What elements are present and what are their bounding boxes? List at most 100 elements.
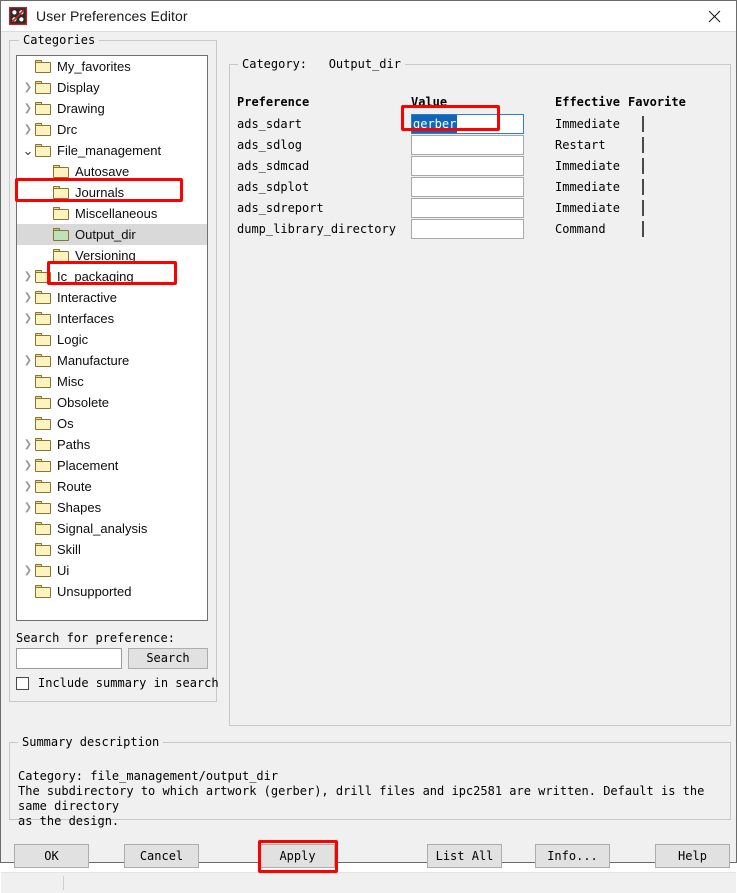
tree-item-drc[interactable]: ❯ Drc [17,119,207,140]
tree-item-ic_packaging[interactable]: ❯ Ic_packaging [17,266,207,287]
tree-item-label: Skill [57,541,81,557]
tree-item-label: Output_dir [75,226,136,242]
chevron-right-icon[interactable]: ❯ [21,355,35,366]
apply-button[interactable]: Apply [260,844,335,868]
chevron-right-icon[interactable]: ❯ [21,271,35,282]
tree-item-interfaces[interactable]: ❯ Interfaces [17,308,207,329]
tree-item-label: Logic [57,331,89,347]
preference-value-input[interactable] [411,177,524,197]
column-header-effective: Effective [555,95,621,109]
chevron-right-icon[interactable]: ❯ [21,313,35,324]
favorite-checkbox[interactable] [642,137,644,153]
tree-item-misc[interactable]: Misc [17,371,207,392]
tree-item-my_favorites[interactable]: My_favorites [17,56,207,77]
folder-icon [35,522,51,535]
preference-row: ads_sdlog Restart [234,135,726,156]
favorite-checkbox[interactable] [642,221,644,237]
tree-item-interactive[interactable]: ❯ Interactive [17,287,207,308]
favorite-checkbox-box[interactable] [642,200,644,216]
column-header-value: Value [411,95,448,109]
chevron-right-icon[interactable]: ❯ [21,481,35,492]
favorite-checkbox-box[interactable] [642,158,644,174]
title-bar: User Preferences Editor [1,1,736,32]
tree-item-ui[interactable]: ❯ Ui [17,560,207,581]
folder-icon [35,270,51,283]
category-tree[interactable]: My_favorites ❯ Display ❯ Drawing ❯ Drc ⌄ File_ma… [16,55,208,621]
tree-item-logic[interactable]: Logic [17,329,207,350]
folder-icon [53,249,69,262]
search-label: Search for preference: [16,631,175,645]
favorite-checkbox[interactable] [642,158,644,174]
chevron-down-icon[interactable]: ⌄ [21,144,35,157]
chevron-right-icon[interactable]: ❯ [21,502,35,513]
preference-value-selected-text[interactable]: gerber [412,115,458,133]
chevron-right-icon[interactable]: ❯ [21,565,35,576]
tree-item-obsolete[interactable]: Obsolete [17,392,207,413]
favorite-checkbox-box[interactable] [642,116,644,132]
tree-item-label: Obsolete [57,394,110,410]
folder-icon [35,102,51,115]
chevron-right-icon[interactable]: ❯ [21,292,35,303]
ok-button[interactable]: OK [14,844,89,868]
tree-item-os[interactable]: Os [17,413,207,434]
tree-item-display[interactable]: ❯ Display [17,77,207,98]
preference-value-input[interactable] [411,156,524,176]
close-icon[interactable] [692,2,736,31]
folder-icon [35,501,51,514]
tree-item-skill[interactable]: Skill [17,539,207,560]
tree-item-paths[interactable]: ❯ Paths [17,434,207,455]
tree-item-journals[interactable]: Journals [17,182,207,203]
chevron-right-icon[interactable]: ❯ [21,103,35,114]
tree-item-signal_analysis[interactable]: Signal_analysis [17,518,207,539]
chevron-right-icon[interactable]: ❯ [21,439,35,450]
folder-icon [35,564,51,577]
cancel-button[interactable]: Cancel [124,844,199,868]
favorite-checkbox[interactable] [642,116,644,132]
preference-value-input[interactable] [411,198,524,218]
help-button[interactable]: Help [655,844,730,868]
chevron-right-icon[interactable]: ❯ [21,82,35,93]
chevron-right-icon[interactable]: ❯ [21,124,35,135]
favorite-checkbox[interactable] [642,200,644,216]
preference-name: ads_sdmcad [237,159,310,173]
preference-value-input[interactable] [411,219,524,239]
tree-item-versioning[interactable]: Versioning [17,245,207,266]
preference-name: ads_sdreport [237,201,324,215]
folder-icon [35,291,51,304]
tree-item-placement[interactable]: ❯ Placement [17,455,207,476]
include-summary-checkbox[interactable] [16,676,29,690]
favorite-checkbox-box[interactable] [642,221,644,237]
include-summary-checkbox-row[interactable]: Include summary in search [16,676,219,690]
search-input[interactable] [16,648,122,669]
tree-item-route[interactable]: ❯ Route [17,476,207,497]
user-preferences-editor-window: User Preferences Editor Categories My_fa… [0,0,737,893]
tree-item-output_dir[interactable]: Output_dir [17,224,207,245]
column-header-preference: Preference [237,95,310,109]
tree-item-shapes[interactable]: ❯ Shapes [17,497,207,518]
folder-icon [35,480,51,493]
chevron-right-icon[interactable]: ❯ [21,460,35,471]
tree-item-autosave[interactable]: Autosave [17,161,207,182]
tree-item-label: My_favorites [57,58,131,74]
favorite-checkbox[interactable] [642,179,644,195]
tree-item-manufacture[interactable]: ❯ Manufacture [17,350,207,371]
include-summary-label: Include summary in search [38,676,219,690]
favorite-checkbox-box[interactable] [642,179,644,195]
tree-item-drawing[interactable]: ❯ Drawing [17,98,207,119]
dialog-body: Categories My_favorites ❯ Display ❯ Drawing ❯… [1,32,736,893]
tree-item-label: Signal_analysis [57,520,148,536]
search-button[interactable]: Search [128,648,208,669]
tree-item-unsupported[interactable]: Unsupported [17,581,207,602]
folder-icon [53,165,69,178]
preference-value-input[interactable] [411,135,524,155]
list-all-button[interactable]: List All [427,844,502,868]
tree-item-label: Manufacture [57,352,130,368]
tree-item-miscellaneous[interactable]: Miscellaneous [17,203,207,224]
app-dice-icon [8,6,28,26]
tree-item-file_management[interactable]: ⌄ File_management [17,140,207,161]
info-button[interactable]: Info... [535,844,610,868]
folder-icon [35,543,51,556]
favorite-checkbox-box[interactable] [642,137,644,153]
folder-icon [53,186,69,199]
preference-effective: Immediate [555,159,621,173]
